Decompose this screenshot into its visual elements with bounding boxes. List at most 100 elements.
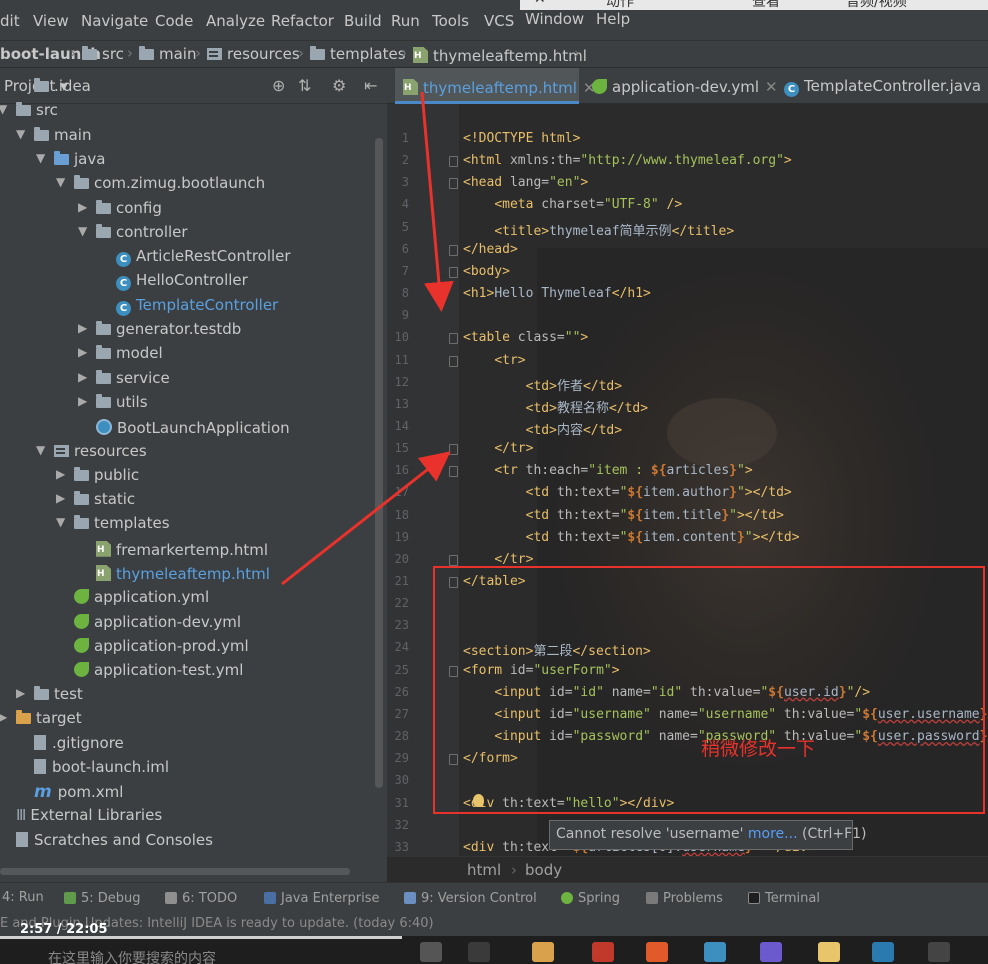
fold-marker-icon[interactable] bbox=[449, 333, 458, 345]
fold-marker-icon[interactable] bbox=[449, 444, 458, 456]
tree-node[interactable]: application.yml bbox=[0, 586, 375, 610]
collapse-arrow-icon[interactable]: ▼ bbox=[78, 224, 90, 238]
tab-application-dev[interactable]: application-dev.yml ✕ bbox=[592, 68, 778, 104]
tree-node[interactable]: ▼ resources bbox=[0, 441, 375, 465]
code-line[interactable]: </tr> bbox=[463, 441, 533, 456]
tool-problems[interactable]: Problems bbox=[646, 890, 723, 906]
breadcrumb-resources[interactable]: resources bbox=[207, 45, 300, 63]
taskbar-search-placeholder[interactable]: 在这里输入你要搜索的内容 bbox=[48, 948, 216, 964]
collapse-arrow-icon[interactable]: ▼ bbox=[0, 102, 10, 116]
tree-node[interactable]: thymeleaftemp.html bbox=[0, 562, 375, 586]
taskbar-app-icon[interactable] bbox=[872, 942, 894, 962]
code-line[interactable]: <td>内容</td> bbox=[463, 419, 622, 438]
tab-thymeleaftemp[interactable]: thymeleaftemp.html✕ bbox=[395, 68, 595, 104]
collapse-arrow-icon[interactable]: ▼ bbox=[36, 151, 48, 165]
menu-navigate[interactable]: Navigate bbox=[81, 12, 148, 30]
menu-build[interactable]: Build bbox=[344, 12, 382, 30]
tree-node[interactable]: ▶ test bbox=[0, 684, 375, 708]
tree-node[interactable]: ▶ generator.testdb bbox=[0, 319, 375, 343]
tree-node[interactable]: C HelloController bbox=[0, 270, 375, 294]
code-line[interactable]: <meta charset="UTF-8" /> bbox=[463, 197, 682, 212]
tool-java-enterprise[interactable]: Java Enterprise bbox=[264, 890, 379, 906]
code-line[interactable]: <tr> bbox=[463, 353, 525, 368]
tree-node[interactable]: ▼ templates bbox=[0, 513, 375, 537]
tool-run[interactable]: 4: Run bbox=[2, 890, 44, 905]
code-line[interactable]: <!DOCTYPE html> bbox=[463, 131, 580, 146]
tool-spring[interactable]: Spring bbox=[561, 890, 620, 906]
menu-view[interactable]: View bbox=[33, 12, 69, 30]
tree-node[interactable]: ▼ java bbox=[0, 149, 375, 173]
tree-node[interactable]: Scratches and Consoles bbox=[0, 829, 375, 853]
expand-arrow-icon[interactable]: ▶ bbox=[78, 200, 90, 214]
tool-debug[interactable]: 5: Debug bbox=[64, 890, 141, 906]
tree-node[interactable]: ▶ model bbox=[0, 343, 375, 367]
tree-node[interactable]: ▶ public bbox=[0, 465, 375, 489]
code-line[interactable]: <head lang="en"> bbox=[463, 175, 588, 190]
tree-node[interactable]: fremarkertemp.html bbox=[0, 538, 375, 562]
taskbar-app-icon[interactable] bbox=[420, 942, 442, 962]
folder-icon[interactable] bbox=[532, 942, 554, 962]
code-line[interactable]: <h1>Hello Thymeleaf</h1> bbox=[463, 286, 651, 301]
tool-terminal[interactable]: Terminal bbox=[748, 890, 820, 906]
fold-marker-icon[interactable] bbox=[449, 178, 458, 190]
menu-window[interactable]: Window bbox=[525, 10, 584, 28]
code-line[interactable]: </tr> bbox=[463, 552, 533, 567]
tree-node[interactable]: C TemplateController bbox=[0, 295, 375, 319]
tool-todo[interactable]: 6: TODO bbox=[165, 890, 237, 906]
tree-node[interactable]: ▼ src bbox=[0, 100, 375, 124]
tooltip-more-link[interactable]: more... bbox=[748, 826, 798, 842]
structure-crumb-html[interactable]: html bbox=[467, 861, 501, 879]
code-line[interactable]: <td th:text="${item.content}"></td> bbox=[463, 530, 800, 545]
fold-marker-icon[interactable] bbox=[449, 156, 458, 168]
tree-node[interactable]: ▶ target bbox=[0, 708, 375, 732]
taskbar-app-icon[interactable] bbox=[760, 942, 782, 962]
taskbar-app-icon[interactable] bbox=[468, 942, 490, 962]
intention-bulb-icon[interactable] bbox=[473, 794, 484, 807]
close-tab-icon[interactable]: ✕ bbox=[765, 78, 778, 96]
player-menu-view[interactable]: 查看 bbox=[752, 0, 780, 11]
tool-version-control[interactable]: 9: Version Control bbox=[404, 890, 537, 906]
tree-node[interactable]: application-prod.yml bbox=[0, 635, 375, 659]
fold-marker-icon[interactable] bbox=[449, 466, 458, 478]
tree-node[interactable]: boot-launch.iml bbox=[0, 756, 375, 780]
taskbar-app-icon[interactable] bbox=[928, 942, 950, 962]
fold-marker-icon[interactable] bbox=[449, 355, 458, 367]
menu-tools[interactable]: Tools bbox=[432, 12, 469, 30]
breadcrumb-file[interactable]: thymeleaftemp.html bbox=[413, 45, 587, 65]
tree-node[interactable]: m pom.xml bbox=[0, 781, 375, 805]
taskbar-app-icon[interactable] bbox=[592, 942, 614, 962]
expand-arrow-icon[interactable]: ▶ bbox=[56, 491, 68, 505]
menu-code[interactable]: Code bbox=[155, 12, 193, 30]
menu-help[interactable]: Help bbox=[596, 10, 630, 28]
taskbar-app-icon[interactable] bbox=[704, 942, 726, 962]
collapse-arrow-icon[interactable]: ▼ bbox=[56, 515, 68, 529]
chrome-icon[interactable] bbox=[818, 942, 840, 962]
tree-node[interactable]: application-dev.yml bbox=[0, 611, 375, 635]
menu-run[interactable]: Run bbox=[391, 12, 420, 30]
expand-arrow-icon[interactable]: ▶ bbox=[0, 710, 10, 724]
tree-node[interactable]: application-test.yml bbox=[0, 659, 375, 683]
tree-node[interactable]: ▶ config bbox=[0, 198, 375, 222]
breadcrumb-templates[interactable]: templates bbox=[310, 45, 406, 63]
fold-marker-icon[interactable] bbox=[449, 554, 458, 566]
expand-arrow-icon[interactable]: ▶ bbox=[16, 686, 28, 700]
code-line[interactable]: <td>作者</td> bbox=[463, 375, 622, 394]
code-line[interactable]: <td th:text="${item.title}"></td> bbox=[463, 508, 784, 523]
menu-vcs[interactable]: VCS bbox=[484, 12, 514, 30]
player-menu-action[interactable]: 动作 bbox=[606, 0, 634, 11]
project-scrollbar-horizontal[interactable] bbox=[0, 868, 350, 875]
code-line[interactable]: <td>教程名称</td> bbox=[463, 397, 648, 416]
structure-crumb-body[interactable]: body bbox=[525, 861, 562, 879]
collapse-arrow-icon[interactable]: ▼ bbox=[36, 443, 48, 457]
tree-node[interactable]: Ⅲ External Libraries bbox=[0, 805, 375, 829]
taskbar-app-icon[interactable] bbox=[646, 942, 668, 962]
code-line[interactable]: <html xmlns:th="http://www.thymeleaf.org… bbox=[463, 153, 792, 168]
expand-arrow-icon[interactable]: ▶ bbox=[56, 467, 68, 481]
code-line[interactable]: <td th:text="${item.author}"></td> bbox=[463, 485, 792, 500]
tab-templatecontroller[interactable]: C TemplateController.java bbox=[784, 68, 988, 104]
collapse-arrow-icon[interactable]: ▼ bbox=[16, 127, 28, 141]
expand-arrow-icon[interactable]: ▶ bbox=[78, 345, 90, 359]
expand-arrow-icon[interactable]: ▶ bbox=[78, 394, 90, 408]
breadcrumb-src[interactable]: src bbox=[82, 45, 124, 63]
code-line[interactable]: </head> bbox=[463, 242, 518, 257]
